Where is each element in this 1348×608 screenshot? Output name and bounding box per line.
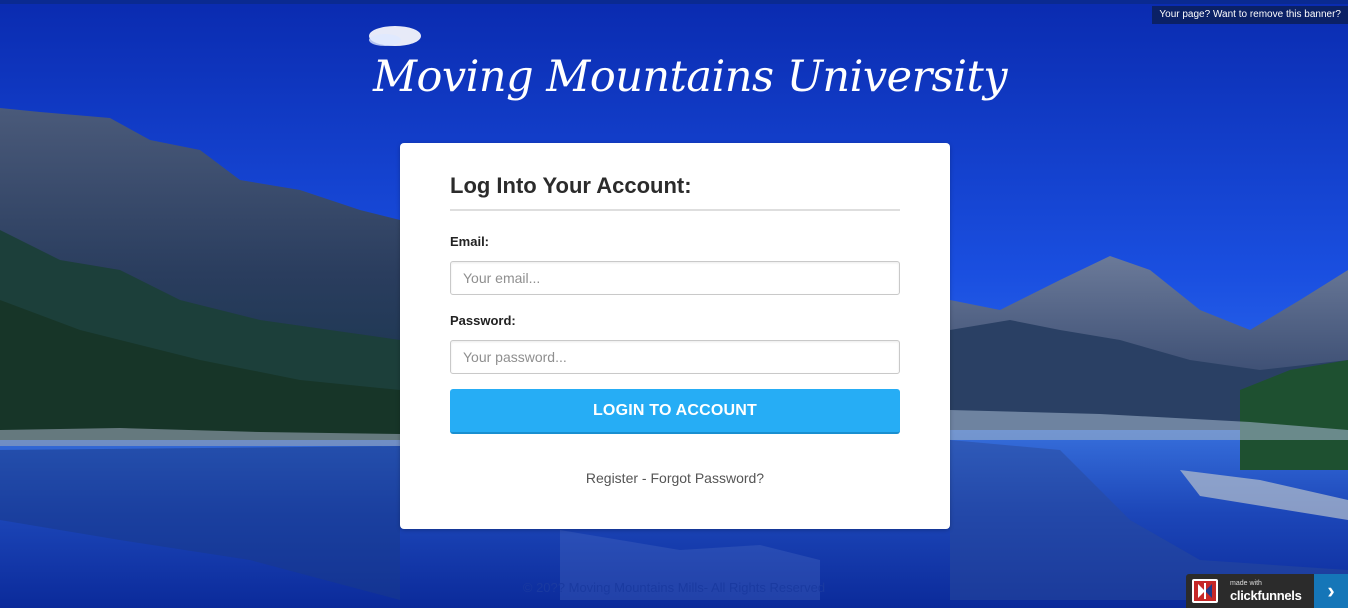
login-heading: Log Into Your Account: xyxy=(450,173,692,198)
site-title: Moving Mountains University xyxy=(372,52,1008,102)
remove-banner-link[interactable]: Your page? Want to remove this banner? xyxy=(1152,6,1348,24)
email-label: Email: xyxy=(450,234,490,249)
made-with-text: made with xyxy=(1230,580,1262,587)
password-label: Password: xyxy=(450,313,516,328)
email-field[interactable] xyxy=(450,261,900,295)
forgot-password-link[interactable]: Forgot Password? xyxy=(650,470,764,486)
heading-divider xyxy=(450,209,900,211)
chevron-right-icon[interactable]: › xyxy=(1314,574,1348,608)
login-button[interactable]: LOGIN TO ACCOUNT xyxy=(450,389,900,434)
register-link[interactable]: Register xyxy=(586,470,638,486)
clickfunnels-brand-text: clickfunnels xyxy=(1230,588,1302,603)
clickfunnels-badge[interactable]: made with clickfunnels xyxy=(1186,574,1314,608)
footer-copyright: © 20?? Moving Mountains Mills- All Right… xyxy=(522,580,826,595)
top-border-line xyxy=(0,0,1348,4)
link-separator: - xyxy=(638,470,651,486)
login-card: Log Into Your Account: Email: Password: … xyxy=(400,143,950,529)
password-field[interactable] xyxy=(450,340,900,374)
page-stage: Your page? Want to remove this banner? M… xyxy=(0,0,1348,608)
clickfunnels-logo-icon xyxy=(1192,579,1218,603)
account-links: Register - Forgot Password? xyxy=(400,470,950,486)
